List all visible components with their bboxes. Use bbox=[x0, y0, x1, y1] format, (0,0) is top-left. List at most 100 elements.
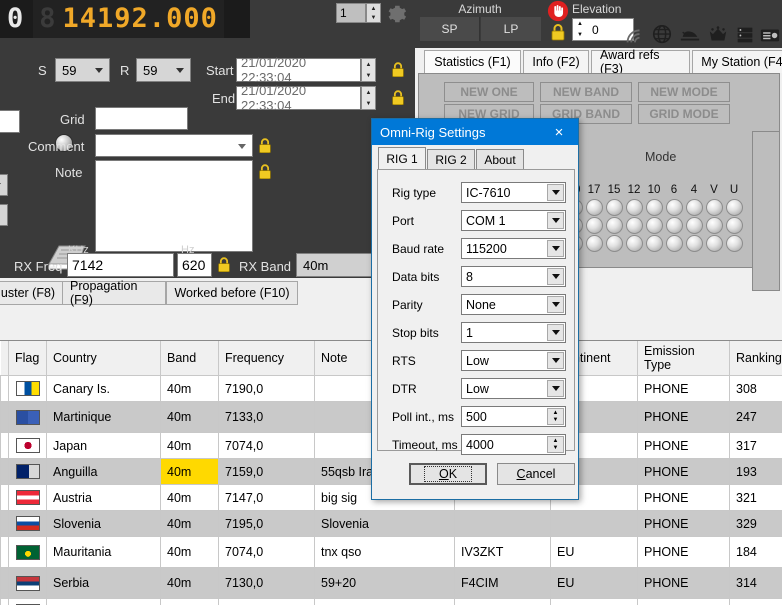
start-spinner[interactable]: ▲ ▼ bbox=[361, 58, 376, 82]
column-header-flag[interactable]: Flag bbox=[8, 341, 47, 376]
chevron-down-icon[interactable] bbox=[547, 296, 564, 313]
chevron-down-icon[interactable] bbox=[547, 268, 564, 285]
cell-frequency[interactable]: 7147,0 bbox=[218, 484, 315, 511]
table-row[interactable]: Serbia 40m 7130,0 59+20 F4CIM EU PHONE 314 bbox=[0, 567, 782, 599]
cell-emission-type[interactable]: PHONE bbox=[637, 458, 730, 485]
cell-note[interactable]: 59+20 bbox=[314, 598, 455, 605]
band-indicator[interactable] bbox=[585, 199, 603, 216]
band-indicator[interactable] bbox=[625, 199, 643, 216]
band-indicator[interactable] bbox=[605, 217, 623, 234]
band-indicator[interactable] bbox=[685, 199, 703, 216]
spinner-up-icon[interactable]: ▲ bbox=[362, 59, 375, 70]
band-indicator[interactable] bbox=[705, 217, 723, 234]
cell-emission-type[interactable]: PHONE bbox=[637, 536, 730, 568]
band-indicator[interactable] bbox=[725, 199, 743, 216]
band-mode-grid[interactable]: 201715121064VU bbox=[564, 182, 744, 253]
table-row[interactable]: Slovenia 40m 7195,0 Slovenia PHONE 329 bbox=[0, 510, 782, 537]
cell-callsign[interactable] bbox=[454, 510, 551, 537]
cell-note[interactable]: tnx qso bbox=[314, 536, 455, 568]
rx-freq-lock-icon[interactable] bbox=[215, 254, 233, 275]
field-stop-bits[interactable]: 1 bbox=[461, 322, 566, 343]
table-row[interactable]: Czech Rep...40m7133,059+20F4CIMEUPHONE32… bbox=[0, 598, 782, 605]
cell-band[interactable]: 40m bbox=[160, 567, 219, 599]
cell-continent[interactable]: EU bbox=[550, 598, 638, 605]
start-datetime-input[interactable]: 21/01/2020 22:33:04 bbox=[236, 55, 361, 85]
band-column-6[interactable]: 6 bbox=[664, 182, 684, 253]
cell-country[interactable]: Austria bbox=[46, 484, 161, 511]
end-spinner[interactable]: ▲ ▼ bbox=[361, 86, 376, 110]
elevation-spinner[interactable]: ▲ ▼ bbox=[573, 19, 587, 40]
new-one-button[interactable]: NEW ONE bbox=[444, 82, 534, 102]
rig-number-stepper[interactable]: 1 ▲ ▼ bbox=[336, 3, 382, 23]
note-lock-icon[interactable] bbox=[256, 161, 274, 182]
cell-emission-type[interactable]: PHONE bbox=[637, 401, 730, 433]
cell-callsign[interactable]: IV3ZKT bbox=[454, 536, 551, 568]
field-baud-rate[interactable]: 115200 bbox=[461, 238, 566, 259]
tab-worked-before[interactable]: Worked before (F10) bbox=[166, 281, 298, 305]
band-indicator[interactable] bbox=[725, 217, 743, 234]
cell-frequency[interactable]: 7190,0 bbox=[218, 375, 315, 402]
cell-country[interactable]: Czech Rep... bbox=[46, 598, 161, 605]
r-report-select[interactable]: 59 bbox=[136, 58, 191, 82]
tab-my-station[interactable]: My Station (F4) bbox=[692, 50, 782, 73]
band-indicator[interactable] bbox=[725, 235, 743, 252]
band-indicator[interactable] bbox=[705, 235, 723, 252]
band-indicator[interactable] bbox=[645, 235, 663, 252]
cell-country[interactable]: Martinique bbox=[46, 401, 161, 433]
band-column-12[interactable]: 12 bbox=[624, 182, 644, 253]
radio-icon[interactable] bbox=[758, 24, 782, 46]
field-data-bits[interactable]: 8 bbox=[461, 266, 566, 287]
cell-ranking[interactable]: 184 bbox=[729, 536, 782, 568]
cell-band[interactable]: 40m bbox=[160, 375, 219, 402]
band-indicator[interactable] bbox=[585, 217, 603, 234]
ok-button[interactable]: OK bbox=[409, 463, 487, 485]
left-edge-input[interactable] bbox=[0, 110, 20, 133]
dialog-tab-about[interactable]: About bbox=[476, 149, 524, 170]
tab-propagation[interactable]: Propagation (F9) bbox=[62, 279, 166, 307]
spinner-down-icon[interactable]: ▼ bbox=[367, 13, 380, 22]
dialog-tab-rig1[interactable]: RIG 1 bbox=[378, 147, 426, 170]
cell-continent[interactable] bbox=[550, 510, 638, 537]
dialog-tab-rig2[interactable]: RIG 2 bbox=[427, 149, 475, 170]
field-spinner[interactable]: ▲ ▼ bbox=[547, 408, 564, 425]
spinner-down-icon[interactable]: ▼ bbox=[548, 417, 563, 425]
band-indicator[interactable] bbox=[665, 217, 683, 234]
cell-note[interactable]: 59+20 bbox=[314, 567, 455, 599]
field-port[interactable]: COM 1 bbox=[461, 210, 566, 231]
cell-country[interactable]: Mauritania bbox=[46, 536, 161, 568]
cell-emission-type[interactable]: PHONE bbox=[637, 375, 730, 402]
cell-emission-type[interactable]: PHONE bbox=[637, 510, 730, 537]
left-edge-combo[interactable] bbox=[0, 174, 8, 196]
cell-frequency[interactable]: 7130,0 bbox=[218, 567, 315, 599]
chevron-down-icon[interactable] bbox=[547, 212, 564, 229]
azimuth-lp-button[interactable]: LP bbox=[481, 17, 541, 41]
cell-country[interactable]: Serbia bbox=[46, 567, 161, 599]
end-lock-icon[interactable] bbox=[389, 87, 407, 108]
cell-frequency[interactable]: 7195,0 bbox=[218, 510, 315, 537]
cell-callsign[interactable]: F4CIM bbox=[454, 567, 551, 599]
cell-ranking[interactable]: 314 bbox=[729, 567, 782, 599]
rx-freq-khz-input[interactable]: 7142 bbox=[67, 253, 174, 277]
cell-ranking[interactable]: 329 bbox=[729, 510, 782, 537]
spinner-down-icon[interactable]: ▼ bbox=[548, 445, 563, 453]
server-icon[interactable] bbox=[733, 24, 757, 46]
close-icon[interactable]: × bbox=[540, 119, 578, 145]
start-lock-icon[interactable] bbox=[389, 59, 407, 80]
band-column-4[interactable]: 4 bbox=[684, 182, 704, 253]
cell-emission-type[interactable]: PHONE bbox=[637, 432, 730, 459]
chevron-down-icon[interactable] bbox=[547, 352, 564, 369]
cell-country[interactable]: Japan bbox=[46, 432, 161, 459]
elevation-up-icon[interactable]: ▲ bbox=[573, 19, 587, 30]
band-indicator[interactable] bbox=[605, 199, 623, 216]
comment-lock-icon[interactable] bbox=[256, 135, 274, 156]
field-spinner[interactable]: ▲ ▼ bbox=[547, 436, 564, 453]
table-row[interactable]: Mauritania 40m 7074,0 tnx qso IV3ZKT EU PHONE 1… bbox=[0, 536, 782, 568]
spinner-up-icon[interactable]: ▲ bbox=[367, 4, 380, 13]
cell-band[interactable]: 40m bbox=[160, 401, 219, 433]
new-mode-button[interactable]: NEW MODE bbox=[638, 82, 730, 102]
cell-ranking[interactable]: 328 bbox=[729, 598, 782, 605]
spinner-up-icon[interactable]: ▲ bbox=[362, 87, 375, 98]
band-indicator[interactable] bbox=[685, 217, 703, 234]
field-parity[interactable]: None bbox=[461, 294, 566, 315]
spinner-up-icon[interactable]: ▲ bbox=[548, 409, 563, 417]
